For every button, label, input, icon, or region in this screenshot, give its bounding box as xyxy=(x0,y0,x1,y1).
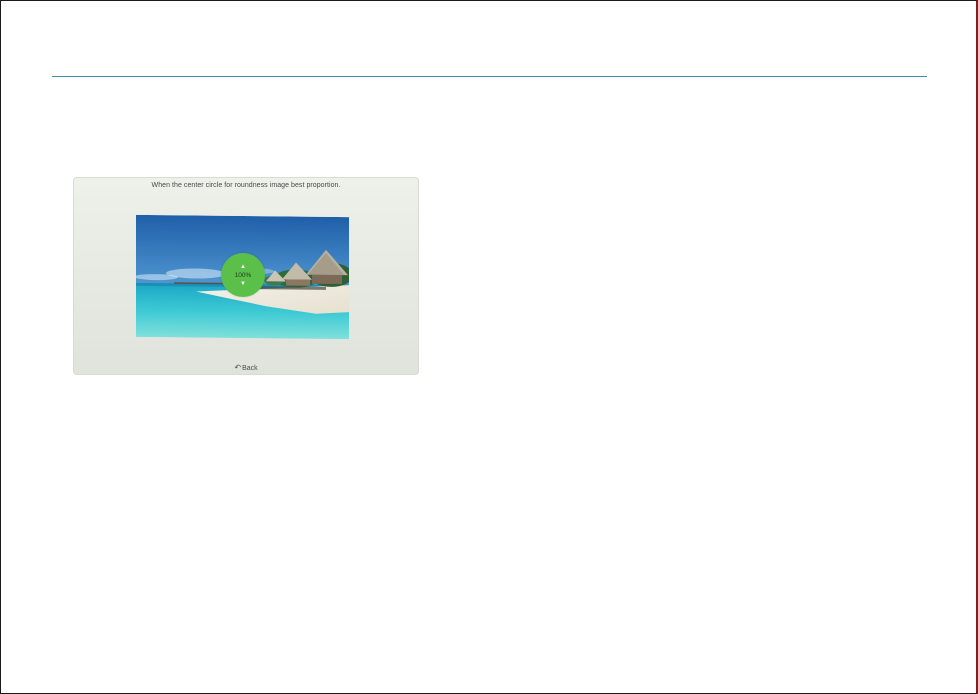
triangle-up-icon[interactable]: ▲ xyxy=(221,264,265,270)
back-label: Back xyxy=(242,365,258,372)
return-arrow-icon: ↶ xyxy=(234,363,242,372)
back-button[interactable]: ↶Back xyxy=(73,363,419,372)
zoom-circle[interactable]: ▲ 100% ▼ xyxy=(221,253,265,297)
projection-screen-photo: When the center circle for roundness ima… xyxy=(73,177,419,375)
zoom-value: 100% xyxy=(234,272,252,279)
instruction-text: When the center circle for roundness ima… xyxy=(151,182,341,189)
header-rule xyxy=(52,76,927,77)
document-page: When the center circle for roundness ima… xyxy=(0,0,978,694)
triangle-down-icon[interactable]: ▼ xyxy=(221,281,265,287)
